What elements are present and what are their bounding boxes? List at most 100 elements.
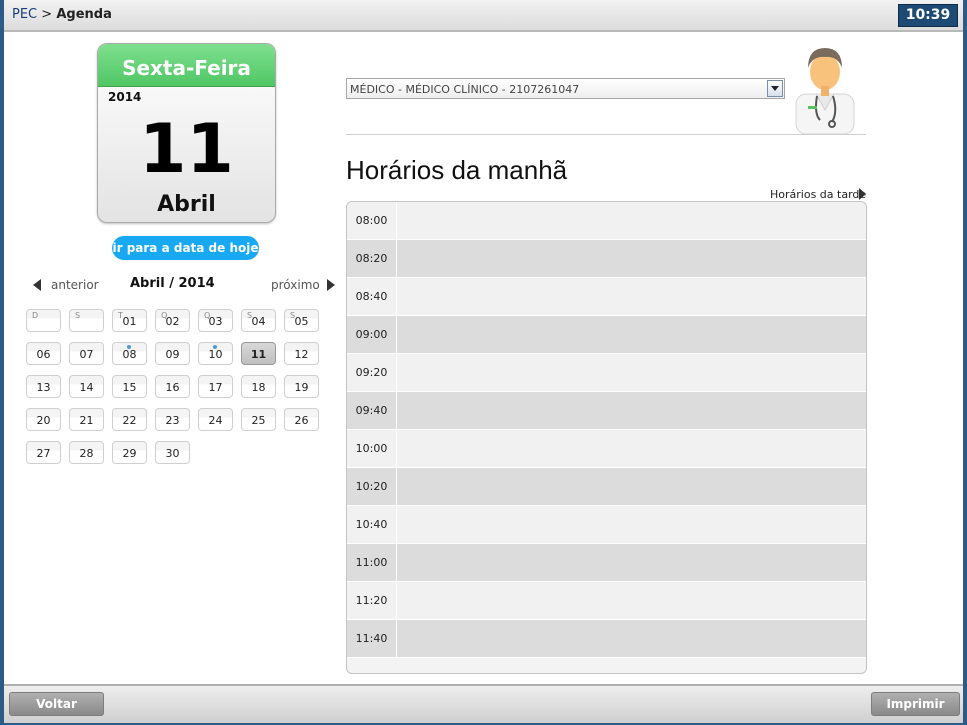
breadcrumb-separator: > — [41, 7, 53, 22]
time-slot-row[interactable]: 11:40 — [347, 620, 866, 658]
afternoon-link-label[interactable]: Horários da tarde — [770, 188, 866, 201]
calendar-day-number: 19 — [294, 381, 309, 394]
calendar-day-cell[interactable]: 10 — [198, 342, 233, 365]
time-slot-label: 08:20 — [347, 240, 397, 277]
calendar-day-number: 29 — [122, 447, 137, 460]
calendar-day-number: 02 — [165, 315, 180, 328]
next-arrow-icon[interactable] — [327, 279, 335, 291]
time-slot-label: 10:40 — [347, 506, 397, 543]
calendar-day-cell[interactable]: 30 — [155, 441, 190, 464]
time-slot-row[interactable]: 10:00 — [347, 430, 866, 468]
time-slot-row[interactable]: 09:40 — [347, 392, 866, 430]
afternoon-schedule-link[interactable]: Horários da tarde — [770, 188, 866, 201]
time-slot-row[interactable]: 08:00 — [347, 202, 866, 240]
calendar-day-number: 22 — [122, 414, 137, 427]
calendar-day-cell[interactable]: Q 02 — [155, 309, 190, 332]
calendar-day-cell[interactable]: 28 — [69, 441, 104, 464]
calendar-day-cell[interactable]: 27 — [26, 441, 61, 464]
time-slot-label: 11:00 — [347, 544, 397, 581]
calendar-day-cell[interactable]: 18 — [241, 375, 276, 398]
breadcrumb-current: Agenda — [56, 7, 112, 22]
calendar-day-number: 13 — [36, 381, 51, 394]
calendar-day-cell[interactable]: 15 — [112, 375, 147, 398]
time-slot-row[interactable]: 10:20 — [347, 468, 866, 506]
calendar-day-number: 01 — [122, 315, 137, 328]
calendar-day-cell[interactable]: S 05 — [284, 309, 319, 332]
calendar-day-number: 26 — [294, 414, 309, 427]
app-window: PEC > Agenda 10:39 Sexta-Feira 2014 11 A… — [4, 0, 963, 723]
morning-schedule-title: Horários da manhã — [346, 155, 568, 185]
print-button[interactable]: Imprimir — [871, 692, 960, 716]
calendar-day-cell[interactable]: 07 — [69, 342, 104, 365]
calendar-day-number: 23 — [165, 414, 180, 427]
doctor-icon — [795, 48, 855, 134]
calendar-day-cell[interactable]: 19 — [284, 375, 319, 398]
calendar-day-number: 04 — [251, 315, 266, 328]
calendar-day-number: 18 — [251, 381, 266, 394]
big-calendar-page: Sexta-Feira 2014 11 Abril — [97, 43, 276, 223]
month-label: Abril — [157, 192, 216, 217]
calendar-day-cell[interactable]: 20 — [26, 408, 61, 431]
calendar-day-cell[interactable]: 29 — [112, 441, 147, 464]
calendar-day-cell[interactable]: 13 — [26, 375, 61, 398]
calendar-day-number: 14 — [79, 381, 94, 394]
time-slot-row[interactable]: 08:20 — [347, 240, 866, 278]
calendar-day-number: 20 — [36, 414, 51, 427]
calendar-day-cell[interactable]: 21 — [69, 408, 104, 431]
calendar-day-number: 03 — [208, 315, 223, 328]
calendar-day-cell[interactable]: 17 — [198, 375, 233, 398]
arrow-right-icon[interactable] — [859, 188, 866, 200]
time-slot-label: 08:00 — [347, 202, 397, 239]
calendar-day-number: 05 — [294, 315, 309, 328]
calendar-day-cell[interactable]: T 01 — [112, 309, 147, 332]
breadcrumb-root[interactable]: PEC — [12, 7, 37, 22]
calendar-day-cell[interactable]: 22 — [112, 408, 147, 431]
time-slot-label: 09:20 — [347, 354, 397, 391]
time-slot-label: 10:00 — [347, 430, 397, 467]
time-slot-row[interactable]: 11:20 — [347, 582, 866, 620]
calendar-day-number: 11 — [250, 348, 267, 361]
calendar-day-cell[interactable]: 23 — [155, 408, 190, 431]
next-month-link[interactable]: próximo — [271, 278, 320, 292]
calendar-day-cell[interactable]: S — [69, 309, 104, 332]
time-slot-label: 11:40 — [347, 620, 397, 657]
calendar-day-number: 15 — [122, 381, 137, 394]
calendar-day-cell[interactable]: 14 — [69, 375, 104, 398]
time-slot-row[interactable]: 09:00 — [347, 316, 866, 354]
back-button[interactable]: Voltar — [9, 692, 104, 716]
calendar-day-cell[interactable]: 06 — [26, 342, 61, 365]
calendar-day-number: 25 — [251, 414, 266, 427]
calendar-day-cell[interactable]: 11 — [241, 342, 276, 365]
time-slot-row[interactable]: 10:40 — [347, 506, 866, 544]
calendar-day-cell[interactable]: 08 — [112, 342, 147, 365]
chevron-down-icon[interactable] — [767, 80, 783, 97]
calendar-day-number: 17 — [208, 381, 223, 394]
year-label: 2014 — [108, 90, 142, 104]
calendar-day-number: 27 — [36, 447, 51, 460]
doctor-select[interactable]: MÉDICO - MÉDICO CLÍNICO - 2107261047 — [346, 78, 785, 99]
calendar-day-cell[interactable]: S 04 — [241, 309, 276, 332]
time-slot-label: 11:20 — [347, 582, 397, 619]
calendar-day-cell[interactable]: D — [26, 309, 61, 332]
calendar-day-cell[interactable]: 24 — [198, 408, 233, 431]
calendar-day-cell[interactable]: 12 — [284, 342, 319, 365]
time-slot-label: 10:20 — [347, 468, 397, 505]
previous-month-link[interactable]: anterior — [51, 278, 99, 292]
bottom-bar: Voltar Imprimir — [4, 684, 963, 723]
calendar-day-number: 09 — [165, 348, 180, 361]
calendar-day-cell[interactable]: 25 — [241, 408, 276, 431]
time-slot-row[interactable]: 11:00 — [347, 544, 866, 582]
time-slot-row[interactable]: 09:20 — [347, 354, 866, 392]
time-slot-label: 09:40 — [347, 392, 397, 429]
calendar-day-number: 07 — [79, 348, 94, 361]
time-slot-row[interactable]: 08:40 — [347, 278, 866, 316]
calendar-day-cell[interactable]: 09 — [155, 342, 190, 365]
previous-arrow-icon[interactable] — [33, 279, 41, 291]
month-navigation: anterior Abril / 2014 próximo — [30, 276, 336, 294]
calendar-day-cell[interactable]: Q 03 — [198, 309, 233, 332]
weekday-initial: S — [75, 311, 81, 320]
calendar-day-cell[interactable]: 16 — [155, 375, 190, 398]
calendar-day-cell[interactable]: 26 — [284, 408, 319, 431]
time-slot-label: 09:00 — [347, 316, 397, 353]
go-to-today-button[interactable]: ir para a data de hoje — [112, 236, 259, 260]
